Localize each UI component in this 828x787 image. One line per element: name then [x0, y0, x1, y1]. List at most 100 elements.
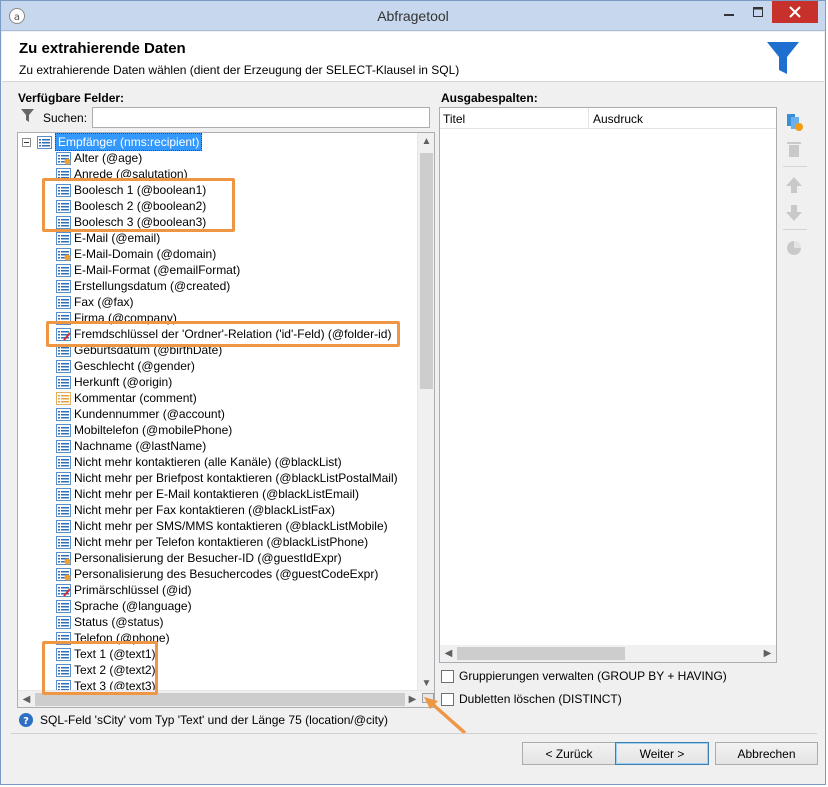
tree-item-label[interactable]: Personalisierung des Besuchercodes (@gue… [74, 566, 378, 582]
tree-item-label[interactable]: Firma (@company) [74, 310, 177, 326]
tree-item[interactable]: Boolesch 1 (@boolean1) [56, 182, 206, 198]
tree-item-label[interactable]: Text 1 (@text1) [74, 646, 156, 662]
available-fields-tree[interactable]: Empfänger (nms:recipient) Alter (@age) Anr… [17, 132, 435, 708]
move-up-icon[interactable] [783, 174, 805, 196]
tree-item[interactable]: Nicht mehr kontaktieren (alle Kanäle) (@… [56, 454, 342, 470]
cancel-button[interactable]: Abbrechen [715, 742, 818, 765]
tree-item-label[interactable]: Nicht mehr kontaktieren (alle Kanäle) (@… [74, 454, 342, 470]
tree-root-recipient[interactable]: Empfänger (nms:recipient) [22, 133, 203, 151]
tree-item[interactable]: Personalisierung der Besucher-ID (@guest… [56, 550, 342, 566]
tree-item[interactable]: Sprache (@language) [56, 598, 192, 614]
column-header-title[interactable]: Titel [443, 112, 465, 126]
tree-item[interactable]: Kundennummer (@account) [56, 406, 225, 422]
tree-root-label[interactable]: Empfänger (nms:recipient) [55, 133, 203, 151]
tree-item[interactable]: Personalisierung des Besuchercodes (@gue… [56, 566, 378, 582]
tree-item[interactable]: Fax (@fax) [56, 294, 134, 310]
tree-item-label[interactable]: Nicht mehr per E-Mail kontaktieren (@bla… [74, 486, 359, 502]
tree-item-label[interactable]: Nicht mehr per Telefon kontaktieren (@bl… [74, 534, 368, 550]
scroll-right-icon[interactable]: ▶ [759, 645, 776, 662]
tree-item-label[interactable]: Text 2 (@text2) [74, 662, 156, 678]
tree-item[interactable]: E-Mail-Format (@emailFormat) [56, 262, 240, 278]
tree-item-label[interactable]: Sprache (@language) [74, 598, 192, 614]
tree-item[interactable]: Nicht mehr per Briefpost kontaktieren (@… [56, 470, 398, 486]
tree-vertical-scrollbar[interactable]: ▲ ▼ [417, 133, 434, 692]
tree-item[interactable]: Primärschlüssel (@id) [56, 582, 192, 598]
distinct-option[interactable]: Dubletten löschen (DISTINCT) [441, 692, 622, 706]
tree-item[interactable]: Telefon (@phone) [56, 630, 170, 646]
tree-item[interactable]: Anrede (@salutation) [56, 166, 188, 182]
tree-item[interactable]: Nachname (@lastName) [56, 438, 206, 454]
tree-item-label[interactable]: Kommentar (comment) [74, 390, 197, 406]
tree-item-label[interactable]: Nachname (@lastName) [74, 438, 206, 454]
tree-item[interactable]: E-Mail (@email) [56, 230, 160, 246]
tree-item-label[interactable]: Telefon (@phone) [74, 630, 170, 646]
distribution-icon[interactable] [783, 237, 805, 259]
tree-item-label[interactable]: Fremdschlüssel der 'Ordner'-Relation ('i… [74, 326, 391, 342]
group-by-label[interactable]: Gruppierungen verwalten (GROUP BY + HAVI… [459, 669, 727, 683]
tree-item[interactable]: Status (@status) [56, 614, 164, 630]
search-input[interactable] [92, 107, 430, 128]
close-button[interactable] [772, 1, 818, 23]
tree-item-label[interactable]: Anrede (@salutation) [74, 166, 188, 182]
tree-item[interactable]: Nicht mehr per Telefon kontaktieren (@bl… [56, 534, 368, 550]
tree-item[interactable]: E-Mail-Domain (@domain) [56, 246, 216, 262]
back-button[interactable]: < Zurück [522, 742, 616, 765]
tree-item-label[interactable]: Nicht mehr per Briefpost kontaktieren (@… [74, 470, 398, 486]
tree-item-label[interactable]: Primärschlüssel (@id) [74, 582, 192, 598]
scroll-left-icon[interactable]: ◀ [440, 645, 457, 662]
next-button[interactable]: Weiter > [615, 742, 709, 765]
tree-item-label[interactable]: Nicht mehr per Fax kontaktieren (@blackL… [74, 502, 335, 518]
tree-horizontal-scroll-thumb[interactable] [35, 693, 405, 706]
tree-item[interactable]: Boolesch 3 (@boolean3) [56, 214, 206, 230]
tree-item[interactable]: Text 1 (@text1) [56, 646, 156, 662]
tree-item-label[interactable]: Herkunft (@origin) [74, 374, 172, 390]
distinct-label[interactable]: Dubletten löschen (DISTINCT) [459, 692, 622, 706]
tree-item[interactable]: Text 2 (@text2) [56, 662, 156, 678]
grid-horizontal-scroll-thumb[interactable] [457, 647, 625, 660]
tree-item[interactable]: Nicht mehr per Fax kontaktieren (@blackL… [56, 502, 335, 518]
tree-item-label[interactable]: Geburtsdatum (@birthDate) [74, 342, 222, 358]
move-down-icon[interactable] [783, 202, 805, 224]
scroll-up-icon[interactable]: ▲ [418, 133, 434, 150]
tree-item[interactable]: Geburtsdatum (@birthDate) [56, 342, 222, 358]
tree-item-label[interactable]: Erstellungsdatum (@created) [74, 278, 230, 294]
tree-item[interactable]: Firma (@company) [56, 310, 177, 326]
minimize-button[interactable] [715, 1, 742, 23]
tree-item[interactable]: Mobiltelefon (@mobilePhone) [56, 422, 232, 438]
tree-item-label[interactable]: Boolesch 1 (@boolean1) [74, 182, 206, 198]
tree-item[interactable]: Nicht mehr per E-Mail kontaktieren (@bla… [56, 486, 359, 502]
tree-item-label[interactable]: Status (@status) [74, 614, 164, 630]
group-by-option[interactable]: Gruppierungen verwalten (GROUP BY + HAVI… [441, 669, 727, 683]
tree-item[interactable]: Boolesch 2 (@boolean2) [56, 198, 206, 214]
scroll-right-icon[interactable]: ▶ [404, 691, 421, 707]
tree-item-label[interactable]: E-Mail (@email) [74, 230, 160, 246]
tree-item-label[interactable]: Nicht mehr per SMS/MMS kontaktieren (@bl… [74, 518, 388, 534]
tree-item-label[interactable]: Boolesch 2 (@boolean2) [74, 198, 206, 214]
tree-item[interactable]: Fremdschlüssel der 'Ordner'-Relation ('i… [56, 326, 391, 342]
column-header-expression[interactable]: Ausdruck [593, 112, 643, 126]
tree-vertical-scroll-thumb[interactable] [420, 153, 433, 389]
group-by-checkbox[interactable] [441, 669, 454, 683]
tree-item-label[interactable]: E-Mail-Domain (@domain) [74, 246, 216, 262]
tree-item-label[interactable]: Geschlecht (@gender) [74, 358, 195, 374]
output-columns-grid[interactable]: Titel Ausdruck ◀ ▶ [439, 107, 777, 663]
distinct-checkbox[interactable] [441, 692, 454, 706]
tree-item[interactable]: Geschlecht (@gender) [56, 358, 195, 374]
collapse-icon[interactable] [22, 137, 31, 147]
tree-item-label[interactable]: Fax (@fax) [74, 294, 134, 310]
tree-item-label[interactable]: Kundennummer (@account) [74, 406, 225, 422]
tree-item-label[interactable]: E-Mail-Format (@emailFormat) [74, 262, 240, 278]
tree-item[interactable]: Nicht mehr per SMS/MMS kontaktieren (@bl… [56, 518, 388, 534]
grid-horizontal-scrollbar[interactable]: ◀ ▶ [440, 645, 776, 662]
delete-icon[interactable] [783, 139, 805, 161]
tree-item[interactable]: Kommentar (comment) [56, 390, 197, 406]
tree-item-label[interactable]: Mobiltelefon (@mobilePhone) [74, 422, 232, 438]
tree-item[interactable]: Erstellungsdatum (@created) [56, 278, 230, 294]
tree-item[interactable]: Herkunft (@origin) [56, 374, 172, 390]
maximize-button[interactable] [744, 1, 771, 23]
tree-item[interactable]: Alter (@age) [56, 150, 142, 166]
tree-item-label[interactable]: Boolesch 3 (@boolean3) [74, 214, 206, 230]
tree-horizontal-scrollbar[interactable]: ◀ ▶ [18, 690, 434, 707]
tree-item-label[interactable]: Personalisierung der Besucher-ID (@guest… [74, 550, 342, 566]
add-column-icon[interactable] [783, 111, 805, 133]
